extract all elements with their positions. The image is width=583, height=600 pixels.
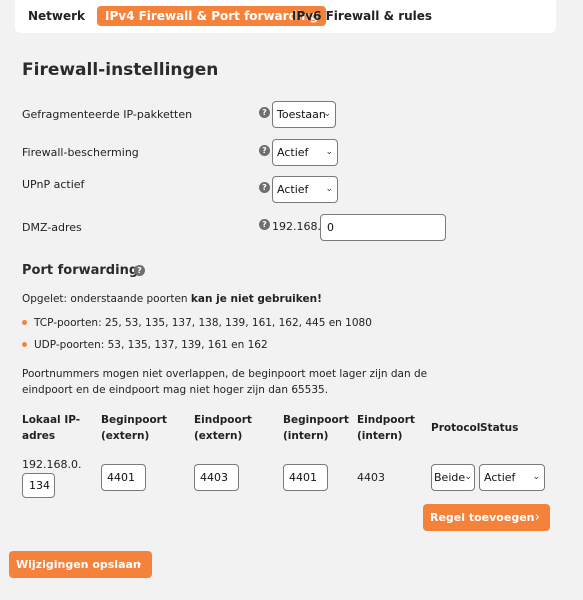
row-status-select[interactable]: Actief ⌄ (479, 464, 545, 491)
port-warning-text: Opgelet: onderstaande poorten (22, 293, 191, 305)
tab-bar: Netwerk IPv4 Firewall & Port forwarding … (15, 0, 556, 33)
fragmented-label: Gefragmenteerde IP-pakketten (22, 108, 193, 121)
header-end-int-2: (intern) (357, 430, 403, 442)
bullet-icon (22, 342, 27, 347)
header-end-ext: Eindpoort (extern) (194, 412, 252, 444)
tcp-ports: TCP-poorten: 25, 53, 135, 137, 138, 139,… (34, 317, 372, 329)
row-protocol-value: Beide (434, 471, 466, 484)
upnp-select[interactable]: Actief ⌄ (272, 176, 338, 203)
chevron-right-icon: › (136, 557, 142, 572)
chevron-down-icon: ⌄ (325, 184, 333, 194)
page-title: Firewall-instellingen (22, 60, 219, 80)
header-status: Status (480, 422, 519, 434)
header-begin-ext-2: (extern) (101, 430, 150, 442)
row-begin-int-input[interactable]: 4401 (283, 464, 328, 491)
save-changes-button[interactable]: Wijzigingen opslaan › (9, 551, 152, 578)
help-icon[interactable]: ? (259, 219, 270, 230)
help-icon[interactable]: ? (259, 145, 270, 156)
port-warning-bold: kan je niet gebruiken! (190, 293, 322, 305)
header-local-ip-1: Lokaal IP- (22, 414, 81, 426)
help-icon[interactable]: ? (259, 182, 270, 193)
header-local-ip-2: adres (22, 430, 56, 442)
fragmented-value: Toestaan (277, 108, 326, 121)
port-forwarding-title: Port forwarding (22, 263, 139, 278)
save-changes-label: Wijzigingen opslaan (16, 558, 141, 571)
help-icon[interactable]: ? (259, 107, 270, 118)
upnp-value: Actief (277, 183, 309, 196)
header-begin-ext: Beginpoort (extern) (101, 412, 167, 444)
header-begin-int-1: Beginpoort (283, 414, 349, 426)
tab-netwerk[interactable]: Netwerk (28, 6, 85, 26)
row-protocol-select[interactable]: Beide ⌄ (431, 464, 475, 491)
add-rule-label: Regel toevoegen (430, 511, 535, 524)
port-warning: Opgelet: onderstaande poorten kan je nie… (22, 291, 322, 307)
protection-value: Actief (277, 146, 309, 159)
add-rule-button[interactable]: Regel toevoegen › (423, 504, 550, 531)
port-note-line2: eindpoort en de eindpoort mag niet hoger… (22, 384, 329, 396)
port-note-line1: Poortnummers mogen niet overlappen, de b… (22, 368, 428, 380)
dmz-label: DMZ-adres (22, 221, 82, 234)
header-begin-ext-1: Beginpoort (101, 414, 167, 426)
row-ip-input[interactable]: 134 (22, 473, 55, 498)
header-end-int: Eindpoort (intern) (357, 412, 415, 444)
header-protocol: Protocol (431, 422, 481, 434)
header-begin-int-2: (intern) (283, 430, 329, 442)
protection-label: Firewall-bescherming (22, 146, 139, 159)
header-end-ext-1: Eindpoort (194, 414, 252, 426)
row-end-int: 4403 (357, 471, 385, 484)
chevron-down-icon: ⌄ (532, 472, 540, 482)
chevron-down-icon: ⌄ (325, 147, 333, 157)
tab-ipv6-firewall[interactable]: IPv6 Firewall & rules (292, 6, 432, 26)
header-local-ip: Lokaal IP- adres (22, 412, 80, 444)
chevron-down-icon: ⌄ (323, 109, 331, 119)
header-end-ext-2: (extern) (194, 430, 243, 442)
chevron-down-icon: ⌄ (464, 472, 472, 482)
udp-ports: UDP-poorten: 53, 135, 137, 139, 161 en 1… (34, 339, 268, 351)
chevron-right-icon: › (534, 510, 540, 525)
row-ip-prefix: 192.168.0. (22, 458, 82, 471)
header-begin-int: Beginpoort (intern) (283, 412, 349, 444)
row-status-value: Actief (484, 471, 516, 484)
bullet-icon (22, 320, 27, 325)
upnp-label: UPnP actief (22, 178, 85, 191)
fragmented-select[interactable]: Toestaan ⌄ (272, 101, 336, 128)
help-icon[interactable]: ? (134, 265, 145, 276)
row-end-ext-input[interactable]: 4403 (194, 464, 239, 491)
header-end-int-1: Eindpoort (357, 414, 415, 426)
protection-select[interactable]: Actief ⌄ (272, 139, 338, 166)
dmz-input[interactable]: 0 (320, 214, 446, 241)
row-begin-ext-input[interactable]: 4401 (101, 464, 146, 491)
